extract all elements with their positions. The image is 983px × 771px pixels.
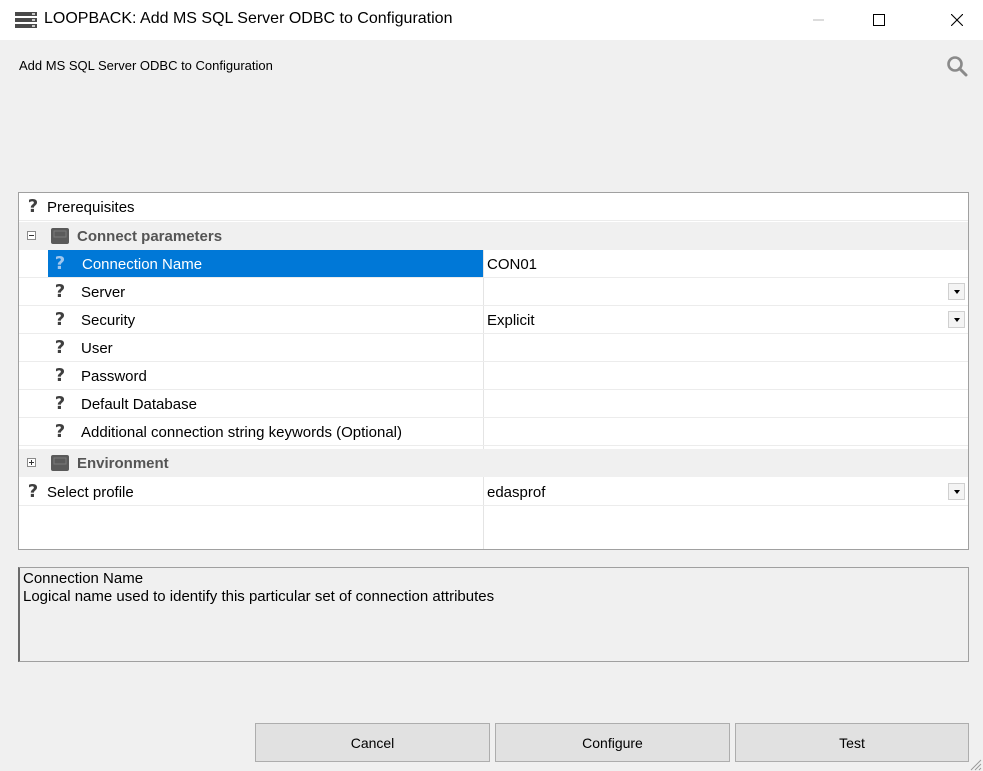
property-row-password[interactable]: ? Password xyxy=(19,362,968,390)
property-row-default-database[interactable]: ? Default Database xyxy=(19,390,968,418)
window-title: LOOPBACK: Add MS SQL Server ODBC to Conf… xyxy=(44,10,453,27)
title-bar: LOOPBACK: Add MS SQL Server ODBC to Conf… xyxy=(0,0,983,40)
property-row-additional-keywords[interactable]: ? Additional connection string keywords … xyxy=(19,418,968,446)
collapse-icon[interactable] xyxy=(27,231,36,240)
help-icon: ? xyxy=(54,281,66,302)
property-selection: ? Connection Name xyxy=(48,250,483,277)
category-label: Environment xyxy=(77,455,169,472)
prerequisites-label: Prerequisites xyxy=(47,199,135,216)
dropdown-button[interactable] xyxy=(948,483,965,500)
help-icon: ? xyxy=(54,393,66,414)
property-value[interactable]: edasprof xyxy=(487,484,545,501)
category-icon xyxy=(51,228,69,244)
dropdown-button[interactable] xyxy=(948,311,965,328)
close-button[interactable] xyxy=(934,0,980,40)
property-row-connection-name[interactable]: ? Connection Name CON01 xyxy=(19,250,968,278)
description-panel: Connection Name Logical name used to ide… xyxy=(18,567,969,662)
chevron-down-icon xyxy=(953,489,960,494)
help-icon: ? xyxy=(27,196,39,217)
category-environment[interactable]: Environment xyxy=(19,449,968,477)
chevron-down-icon xyxy=(953,317,960,322)
server-app-icon xyxy=(15,12,37,28)
category-label: Connect parameters xyxy=(77,228,223,245)
property-label: Password xyxy=(81,368,147,385)
help-icon: ? xyxy=(54,421,66,442)
property-value[interactable]: CON01 xyxy=(487,256,537,273)
property-row-security[interactable]: ? Security Explicit xyxy=(19,306,968,334)
maximize-button[interactable] xyxy=(856,0,902,40)
prerequisites-row[interactable]: ? Prerequisites xyxy=(19,193,968,221)
property-row-server[interactable]: ? Server xyxy=(19,278,968,306)
property-label: Default Database xyxy=(81,396,197,413)
property-label: Server xyxy=(81,284,126,301)
help-icon: ? xyxy=(54,337,66,358)
help-icon: ? xyxy=(54,365,66,386)
minimize-button[interactable] xyxy=(796,0,842,40)
property-row-select-profile[interactable]: ? Select profile edasprof xyxy=(19,478,968,506)
expand-icon[interactable] xyxy=(27,458,36,467)
category-icon xyxy=(51,455,69,471)
minimize-icon xyxy=(813,19,824,21)
property-row-user[interactable]: ? User xyxy=(19,334,968,362)
dialog-subtitle: Add MS SQL Server ODBC to Configuration xyxy=(19,58,273,73)
property-label: Additional connection string keywords (O… xyxy=(81,424,402,441)
property-value[interactable]: Explicit xyxy=(487,312,535,329)
help-icon: ? xyxy=(27,481,39,502)
maximize-icon xyxy=(873,14,885,26)
close-icon xyxy=(951,14,963,26)
help-icon: ? xyxy=(54,309,66,330)
property-grid: ? Prerequisites Connect parameters ? Con… xyxy=(18,192,969,550)
description-body: Logical name used to identify this parti… xyxy=(23,588,495,605)
property-label: Select profile xyxy=(47,484,134,501)
test-button[interactable]: Test xyxy=(735,723,969,762)
cancel-button[interactable]: Cancel xyxy=(255,723,490,762)
search-icon[interactable] xyxy=(946,55,968,77)
resize-grip-icon[interactable] xyxy=(968,757,982,771)
dropdown-button[interactable] xyxy=(948,283,965,300)
description-title: Connection Name xyxy=(23,570,144,587)
property-label: Security xyxy=(81,312,136,329)
help-icon: ? xyxy=(54,253,66,274)
category-connect-parameters[interactable]: Connect parameters xyxy=(19,222,968,250)
chevron-down-icon xyxy=(953,289,960,294)
configure-button[interactable]: Configure xyxy=(495,723,730,762)
property-label: Connection Name xyxy=(82,256,203,273)
property-label: User xyxy=(81,340,113,357)
